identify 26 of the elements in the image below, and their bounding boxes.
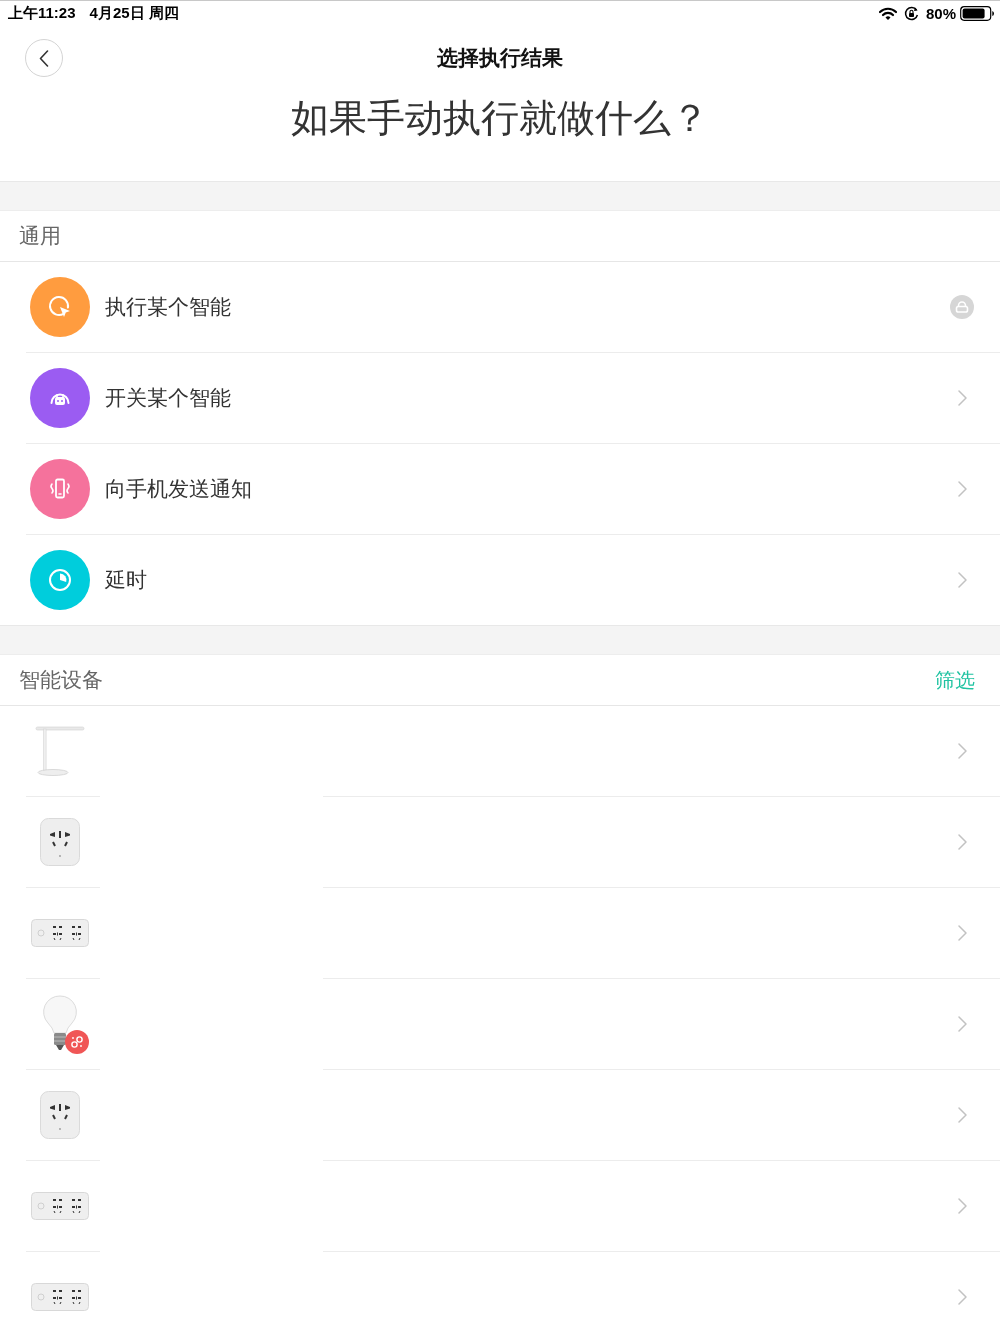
- chevron-right-icon: [957, 1107, 967, 1123]
- desk-lamp-icon: [35, 725, 85, 777]
- section-title: 智能设备: [19, 667, 103, 693]
- light-bulb-icon: [42, 995, 78, 1053]
- power-strip-icon: [31, 1283, 89, 1311]
- chevron-right-icon: [957, 1289, 967, 1305]
- battery-icon: [960, 6, 995, 21]
- status-date: 4月25日 周四: [89, 4, 179, 23]
- wall-socket-icon: [40, 818, 80, 866]
- chevron-right-icon: [957, 743, 967, 759]
- chevron-right-icon: [957, 1016, 967, 1032]
- power-strip-icon: [31, 919, 89, 947]
- battery-percentage: 80%: [925, 5, 956, 22]
- wifi-icon: [878, 6, 897, 21]
- chevron-right-icon: [957, 1198, 967, 1214]
- section-title: 通用: [19, 223, 61, 249]
- wall-socket-icon: [40, 1091, 80, 1139]
- page-title: 选择执行结果: [437, 45, 563, 71]
- question-heading: 如果手动执行就做什么？: [291, 96, 709, 141]
- chevron-right-icon: [957, 834, 967, 850]
- orientation-lock-icon: [903, 6, 919, 21]
- back-button[interactable]: [25, 39, 63, 77]
- status-time: 上午11:23: [8, 4, 76, 23]
- chevron-left-icon: [39, 49, 49, 67]
- power-strip-icon: [31, 1192, 89, 1220]
- chevron-right-icon: [957, 925, 967, 941]
